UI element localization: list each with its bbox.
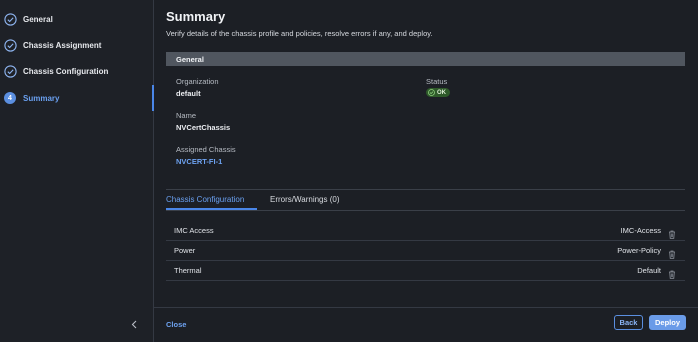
chevron-left-icon[interactable] [129, 318, 139, 330]
divider [166, 189, 685, 190]
policy-type: IMC Access [174, 225, 214, 235]
status-text: OK [437, 89, 446, 96]
policy-row-imc-access: IMC Access IMC-Access [166, 220, 685, 241]
status-label: Status [426, 77, 448, 86]
summary-panel: Summary Verify details of the chassis pr… [154, 0, 698, 342]
name-label: Name [176, 111, 197, 120]
tabs-divider [166, 210, 685, 211]
policy-name: Default [637, 265, 661, 275]
assigned-chassis-label: Assigned Chassis [176, 145, 236, 154]
step-chassis-assignment[interactable]: Chassis Assignment [0, 32, 153, 58]
organization-value: default [176, 89, 201, 98]
policy-type: Thermal [174, 265, 202, 275]
close-button[interactable]: Close [166, 320, 186, 329]
wizard-sidebar: General Chassis Assignment Chassis Confi… [0, 0, 154, 342]
step-label: Chassis Assignment [23, 40, 102, 50]
step-summary[interactable]: 4 Summary [0, 85, 154, 111]
tab-chassis-configuration[interactable]: Chassis Configuration [166, 195, 244, 204]
section-title: General [176, 54, 204, 64]
check-circle-icon [428, 89, 435, 96]
delete-icon[interactable] [668, 246, 676, 259]
page-subtitle: Verify details of the chassis profile an… [166, 29, 433, 38]
deploy-button[interactable]: Deploy [649, 315, 686, 330]
check-circle-icon [3, 38, 17, 52]
delete-icon[interactable] [668, 266, 676, 279]
step-general[interactable]: General [0, 6, 153, 32]
step-label: General [23, 14, 53, 24]
back-button[interactable]: Back [614, 315, 643, 330]
step-label: Summary [23, 93, 60, 103]
check-circle-icon [3, 12, 17, 26]
assigned-chassis-link[interactable]: NVCERT-FI-1 [176, 157, 222, 166]
status-badge: OK [426, 88, 450, 97]
general-section-header: General [166, 52, 685, 66]
check-circle-icon [3, 64, 17, 78]
policy-type: Power [174, 245, 196, 255]
tab-errors-warnings[interactable]: Errors/Warnings (0) [270, 195, 340, 204]
policy-name: Power-Policy [617, 245, 661, 255]
delete-icon[interactable] [668, 226, 676, 239]
page-title: Summary [166, 9, 226, 24]
step-label: Chassis Configuration [23, 66, 109, 76]
step-chassis-configuration[interactable]: Chassis Configuration [0, 58, 153, 84]
policy-name: IMC-Access [620, 225, 661, 235]
organization-label: Organization [176, 77, 219, 86]
footer-divider [154, 307, 698, 308]
policy-row-thermal: Thermal Default [166, 260, 685, 281]
name-value: NVCertChassis [176, 123, 231, 132]
step-number: 4 [4, 92, 16, 104]
step-number-badge: 4 [3, 91, 17, 105]
policy-row-power: Power Power-Policy [166, 240, 685, 261]
